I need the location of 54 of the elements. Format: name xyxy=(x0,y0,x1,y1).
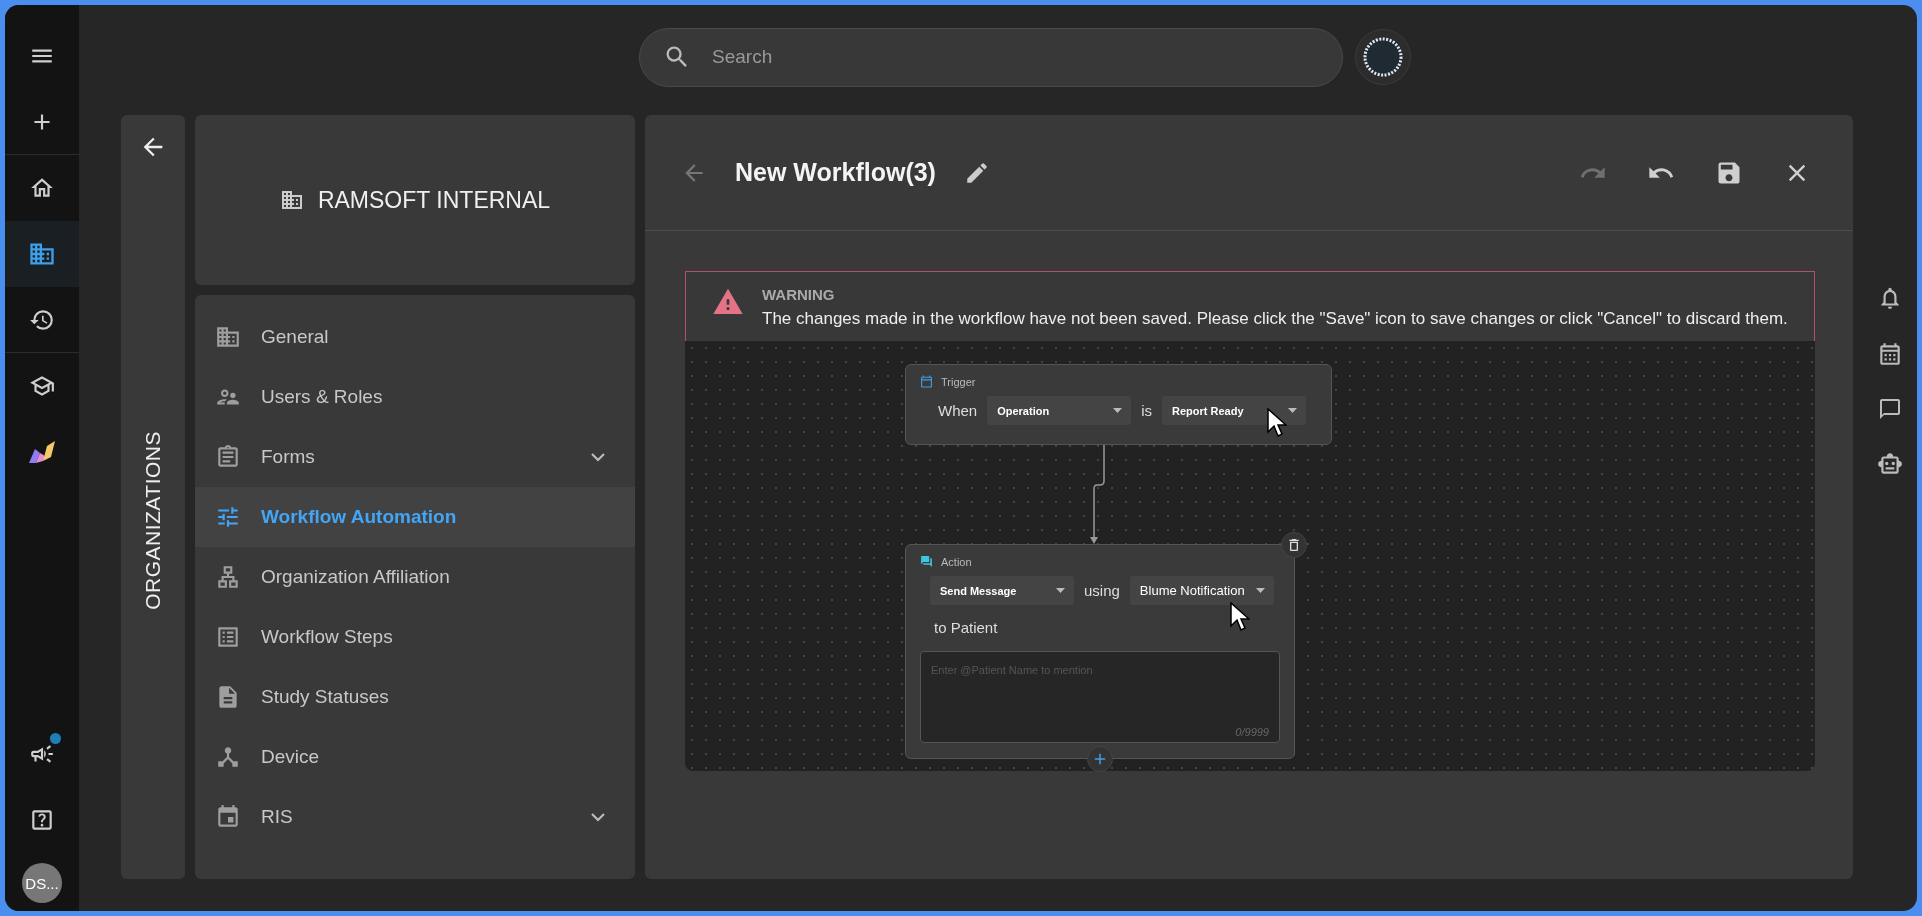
cursor-icon xyxy=(1267,408,1287,438)
sliders-icon xyxy=(215,504,241,530)
search-field[interactable]: Search xyxy=(639,27,1343,87)
warning-message: The changes made in the workflow have not been saved. Please click the "Save" icon to save changes or click "Cancel" to discard them. xyxy=(762,309,1788,329)
value-dropdown[interactable]: Report Ready xyxy=(1162,396,1307,425)
node-text: using xyxy=(1084,582,1120,599)
workflow-title: New Workflow(3) xyxy=(735,158,936,187)
panel-title: ORGANIZATIONS xyxy=(141,430,165,610)
menu-item[interactable]: RIS xyxy=(195,787,635,847)
node-text: When xyxy=(938,402,978,419)
menu-item[interactable]: Workflow Steps xyxy=(195,607,635,667)
node-label: Trigger xyxy=(941,375,976,388)
calendar-icon[interactable] xyxy=(1877,341,1903,367)
caret-icon xyxy=(1056,588,1065,593)
user-avatar[interactable]: DS... xyxy=(22,863,62,903)
action-dropdown[interactable]: Send Message xyxy=(930,576,1074,605)
hub-icon xyxy=(215,744,241,770)
menu-item[interactable]: Device xyxy=(195,727,635,787)
notification-dot xyxy=(50,733,61,744)
menu-item[interactable]: Organization Affiliation xyxy=(195,547,635,607)
trash-icon xyxy=(1286,537,1302,553)
chat-icon[interactable] xyxy=(1878,397,1902,421)
clipboard-icon xyxy=(215,444,241,470)
channel-dropdown[interactable]: Blume Notification xyxy=(1129,576,1274,605)
node-label: Action xyxy=(941,555,972,568)
chat-icon xyxy=(920,555,933,568)
building-icon xyxy=(215,324,241,350)
operation-dropdown[interactable]: Operation xyxy=(987,396,1132,425)
delete-button[interactable] xyxy=(1281,532,1307,558)
caret-icon xyxy=(1288,408,1298,413)
character-counter: 0/9999 xyxy=(1235,726,1269,738)
recipient-text: to Patient xyxy=(933,619,998,636)
caret-icon xyxy=(1255,588,1265,593)
menu-item[interactable]: General xyxy=(195,307,635,367)
menu-item[interactable]: Forms xyxy=(195,427,635,487)
help-icon xyxy=(29,807,55,833)
menu-item[interactable]: Workflow Automation xyxy=(195,487,635,547)
chart-logo-icon xyxy=(29,441,55,463)
robot-icon[interactable] xyxy=(1877,451,1903,477)
building-icon xyxy=(279,188,304,212)
rail-button[interactable] xyxy=(5,221,79,287)
calendar-icon xyxy=(215,804,241,830)
hierarchy-icon xyxy=(215,564,241,590)
cursor-icon xyxy=(1230,602,1250,632)
logo-icon[interactable] xyxy=(1355,29,1411,85)
trigger-node[interactable]: Trigger When Operation is Report Ready xyxy=(905,364,1332,445)
warning-title: WARNING xyxy=(762,286,836,303)
node-text: is xyxy=(1141,402,1153,419)
calendar-icon xyxy=(920,375,933,388)
list-icon xyxy=(215,624,241,650)
menu-item[interactable]: Users & Roles xyxy=(195,367,635,427)
menu-item[interactable]: Study Statuses xyxy=(195,667,635,727)
organization-name: RAMSOFT INTERNAL xyxy=(317,186,551,214)
caret-icon xyxy=(1113,408,1123,413)
